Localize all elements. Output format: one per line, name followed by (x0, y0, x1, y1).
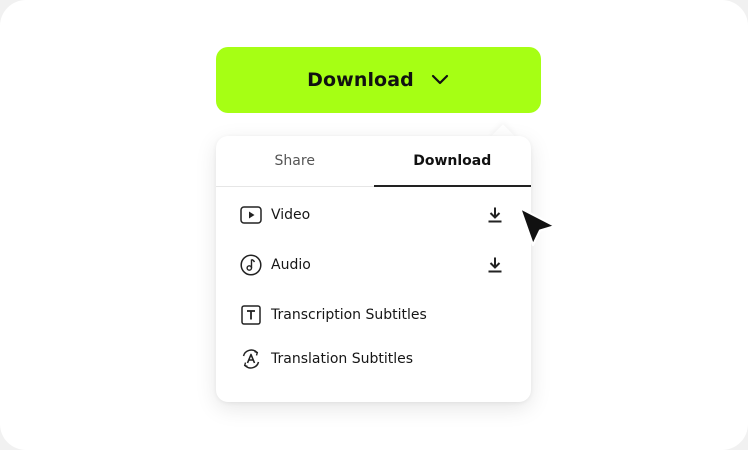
list-item-audio[interactable]: Audio (240, 251, 507, 279)
download-button-label: Download (307, 69, 414, 91)
download-dropdown-button[interactable]: Download (216, 47, 541, 113)
list-item-video[interactable]: Video (240, 201, 507, 229)
translate-a-icon (240, 348, 262, 370)
list-item-label: Translation Subtitles (271, 351, 414, 367)
download-popover: Share Download Video Audio Transcription… (216, 136, 531, 402)
list-item-translation-subtitles[interactable]: Translation Subtitles (240, 345, 507, 373)
download-icon[interactable] (486, 256, 504, 274)
list-item-label: Video (271, 207, 311, 223)
list-item-label: Transcription Subtitles (271, 307, 427, 323)
download-icon[interactable] (486, 206, 504, 224)
tab-share[interactable]: Share (216, 136, 374, 186)
list-item-transcription-subtitles[interactable]: Transcription Subtitles (240, 301, 507, 329)
tab-bar: Share Download (216, 136, 531, 187)
chevron-down-icon (430, 73, 450, 87)
list-item-label: Audio (271, 257, 311, 273)
video-play-icon (240, 204, 262, 226)
tab-download[interactable]: Download (373, 136, 532, 187)
mouse-pointer-icon (518, 205, 558, 251)
canvas: Download Share Download Video Audio Tran… (0, 0, 748, 450)
text-t-icon (240, 304, 262, 326)
music-note-icon (240, 254, 262, 276)
